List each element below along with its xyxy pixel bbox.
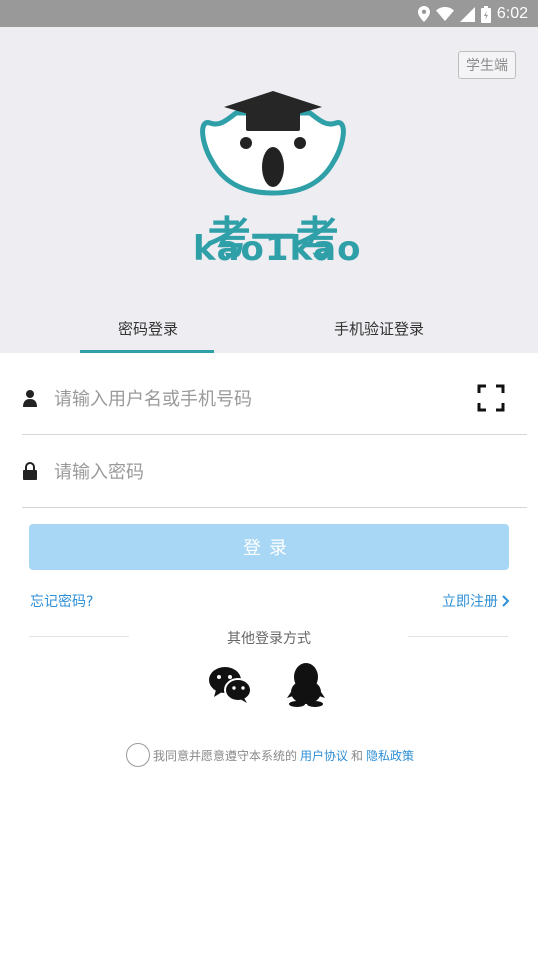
status-time: 6:02: [496, 5, 528, 22]
privacy-policy-link[interactable]: 隐私政策: [366, 747, 414, 764]
hero-header: 学生端 考一考 kao1kao 密码登录 手机验证登录: [0, 27, 538, 353]
status-icons: 6:02: [417, 3, 528, 25]
register-label: 立即注册: [442, 594, 498, 610]
register-link[interactable]: 立即注册: [442, 591, 510, 611]
agreement-prefix: 我同意并愿意遵守本系统的: [153, 748, 298, 763]
student-mode-button[interactable]: 学生端: [458, 51, 516, 79]
battery-icon: [480, 5, 491, 23]
username-field[interactable]: 请输入用户名或手机号码: [22, 363, 527, 435]
lock-icon: [23, 462, 37, 480]
chevron-right-icon: [502, 595, 510, 607]
location-icon: [417, 6, 430, 22]
login-tabs: 密码登录 手机验证登录: [0, 310, 538, 353]
qq-icon[interactable]: [287, 662, 325, 707]
wechat-icon[interactable]: [208, 666, 252, 704]
active-tab-indicator: [80, 350, 214, 353]
password-input[interactable]: 请输入密码: [54, 458, 144, 484]
password-field[interactable]: 请输入密码: [22, 436, 527, 508]
user-agreement-link[interactable]: 用户协议: [300, 747, 348, 764]
login-button[interactable]: 登录: [29, 524, 509, 570]
user-icon: [23, 390, 37, 407]
forgot-password-link[interactable]: 忘记密码?: [30, 591, 93, 611]
tab-password-login[interactable]: 密码登录: [118, 318, 178, 339]
divider-right: [408, 636, 508, 637]
agree-checkbox[interactable]: [126, 743, 150, 767]
agreement-row: 我同意并愿意遵守本系统的 用户协议和隐私政策: [126, 743, 414, 767]
status-bar: 6:02: [0, 0, 538, 27]
other-login-title: 其他登录方式: [227, 631, 311, 647]
signal-icon: [459, 6, 475, 22]
wifi-icon: [435, 7, 454, 21]
username-input[interactable]: 请输入用户名或手机号码: [54, 385, 252, 411]
logo-en-text: kao1kao: [193, 229, 362, 269]
tab-sms-login[interactable]: 手机验证登录: [334, 318, 424, 339]
scan-icon[interactable]: [477, 384, 505, 412]
agreement-and: 和: [351, 748, 364, 763]
